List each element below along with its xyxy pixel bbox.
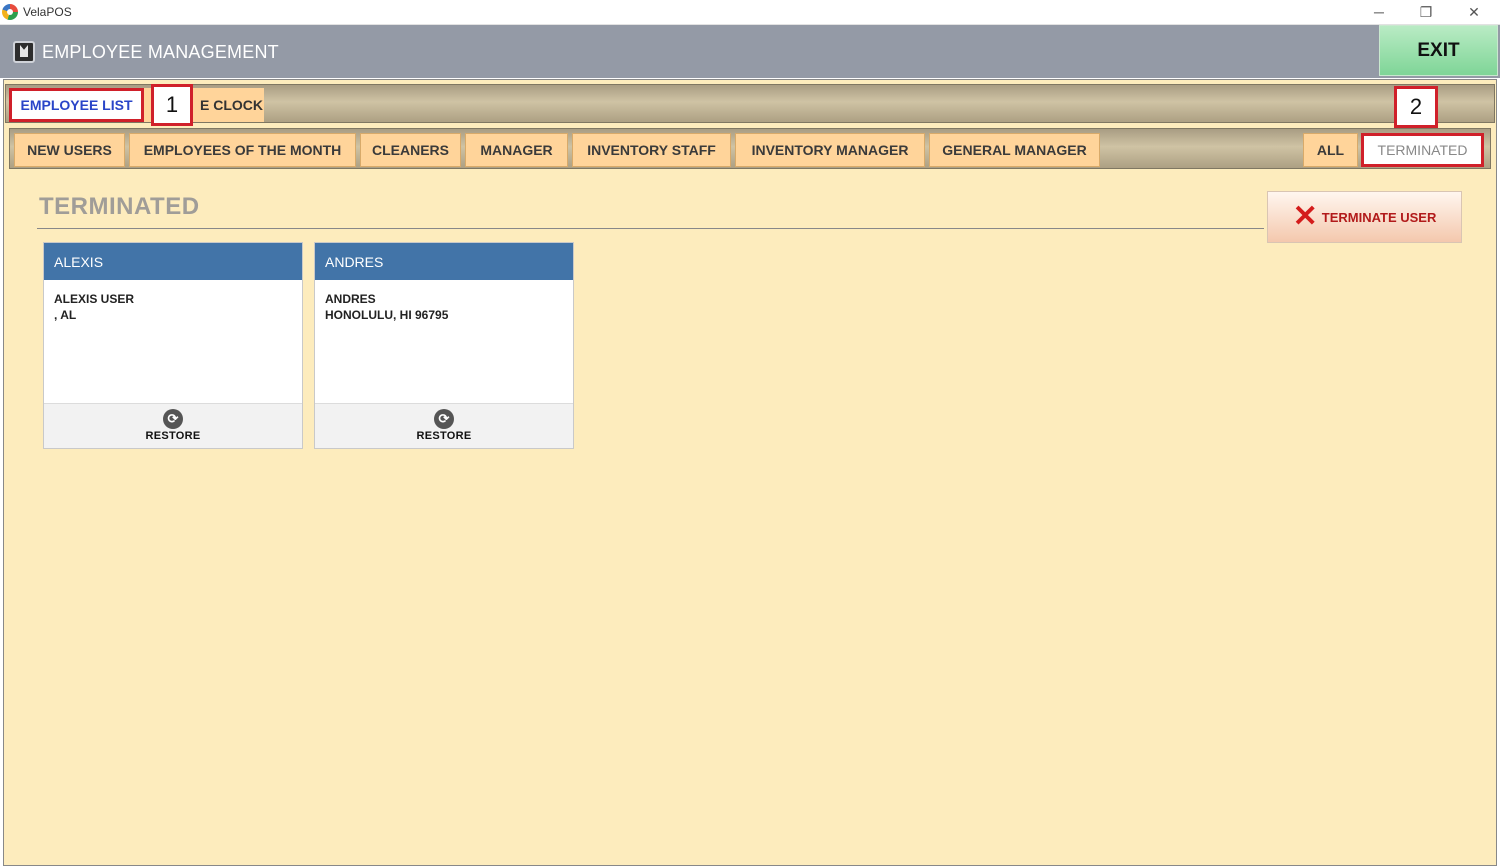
employee-card-line: HONOLULU, HI 96795 xyxy=(325,308,449,322)
filter-tab-terminated[interactable]: TERMINATED xyxy=(1361,133,1484,167)
employee-card-name: ALEXIS xyxy=(44,243,302,280)
filter-tab-all[interactable]: ALL xyxy=(1303,133,1358,167)
step-callout-1: 1 xyxy=(151,84,193,126)
restore-button[interactable]: ⟳ RESTORE xyxy=(44,403,302,448)
step-callout-2: 2 xyxy=(1394,86,1438,128)
restore-icon: ⟳ xyxy=(163,409,183,429)
filter-tab-inventory-staff[interactable]: INVENTORY STAFF xyxy=(572,133,731,167)
filter-tab-new-users[interactable]: NEW USERS xyxy=(14,133,125,167)
section-title: TERMINATED xyxy=(39,193,200,220)
employee-card-line: ANDRES xyxy=(325,292,376,306)
close-icon[interactable]: ✕ xyxy=(1451,0,1497,25)
restore-label: RESTORE xyxy=(145,430,201,442)
terminate-user-button[interactable]: ✕ TERMINATE USER xyxy=(1267,191,1462,243)
minimize-icon[interactable]: ─ xyxy=(1356,0,1402,25)
filter-tab-cleaners[interactable]: CLEANERS xyxy=(360,133,461,167)
red-x-icon: ✕ xyxy=(1292,200,1318,233)
employee-card-line: ALEXIS USER xyxy=(54,292,135,306)
filter-tab-inventory-manager[interactable]: INVENTORY MANAGER xyxy=(735,133,925,167)
employee-card-name: ANDRES xyxy=(315,243,573,280)
employee-card[interactable]: ANDRES ANDRES HONOLULU, HI 96795 ⟳ RESTO… xyxy=(314,242,574,449)
restore-label: RESTORE xyxy=(416,430,472,442)
restore-icon: ⟳ xyxy=(434,409,454,429)
os-title-bar: VelaPOS ─ ❐ ✕ xyxy=(0,0,1500,25)
restore-button[interactable]: ⟳ RESTORE xyxy=(315,403,573,448)
employee-tuxedo-icon xyxy=(13,41,35,63)
window-title: VelaPOS xyxy=(23,5,72,19)
tab-employee-list[interactable]: EMPLOYEE LIST xyxy=(9,88,144,122)
employee-card-details: ANDRES HONOLULU, HI 96795 xyxy=(315,280,573,405)
maximize-icon[interactable]: ❐ xyxy=(1403,0,1449,25)
exit-button[interactable]: EXIT xyxy=(1379,25,1498,76)
terminate-user-label: TERMINATE USER xyxy=(1321,209,1437,225)
app-header: EMPLOYEE MANAGEMENT EXIT xyxy=(0,25,1500,78)
filter-tab-manager[interactable]: MANAGER xyxy=(465,133,568,167)
section-divider xyxy=(37,228,1264,229)
filter-tab-employees-of-the-month[interactable]: EMPLOYEES OF THE MONTH xyxy=(129,133,356,167)
employee-card-line: , AL xyxy=(54,308,77,322)
employee-card-details: ALEXIS USER , AL xyxy=(44,280,302,405)
employee-card[interactable]: ALEXIS ALEXIS USER , AL ⟳ RESTORE xyxy=(43,242,303,449)
app-logo-icon xyxy=(2,4,18,20)
page-title: EMPLOYEE MANAGEMENT xyxy=(42,42,279,62)
filter-tab-general-manager[interactable]: GENERAL MANAGER xyxy=(929,133,1100,167)
